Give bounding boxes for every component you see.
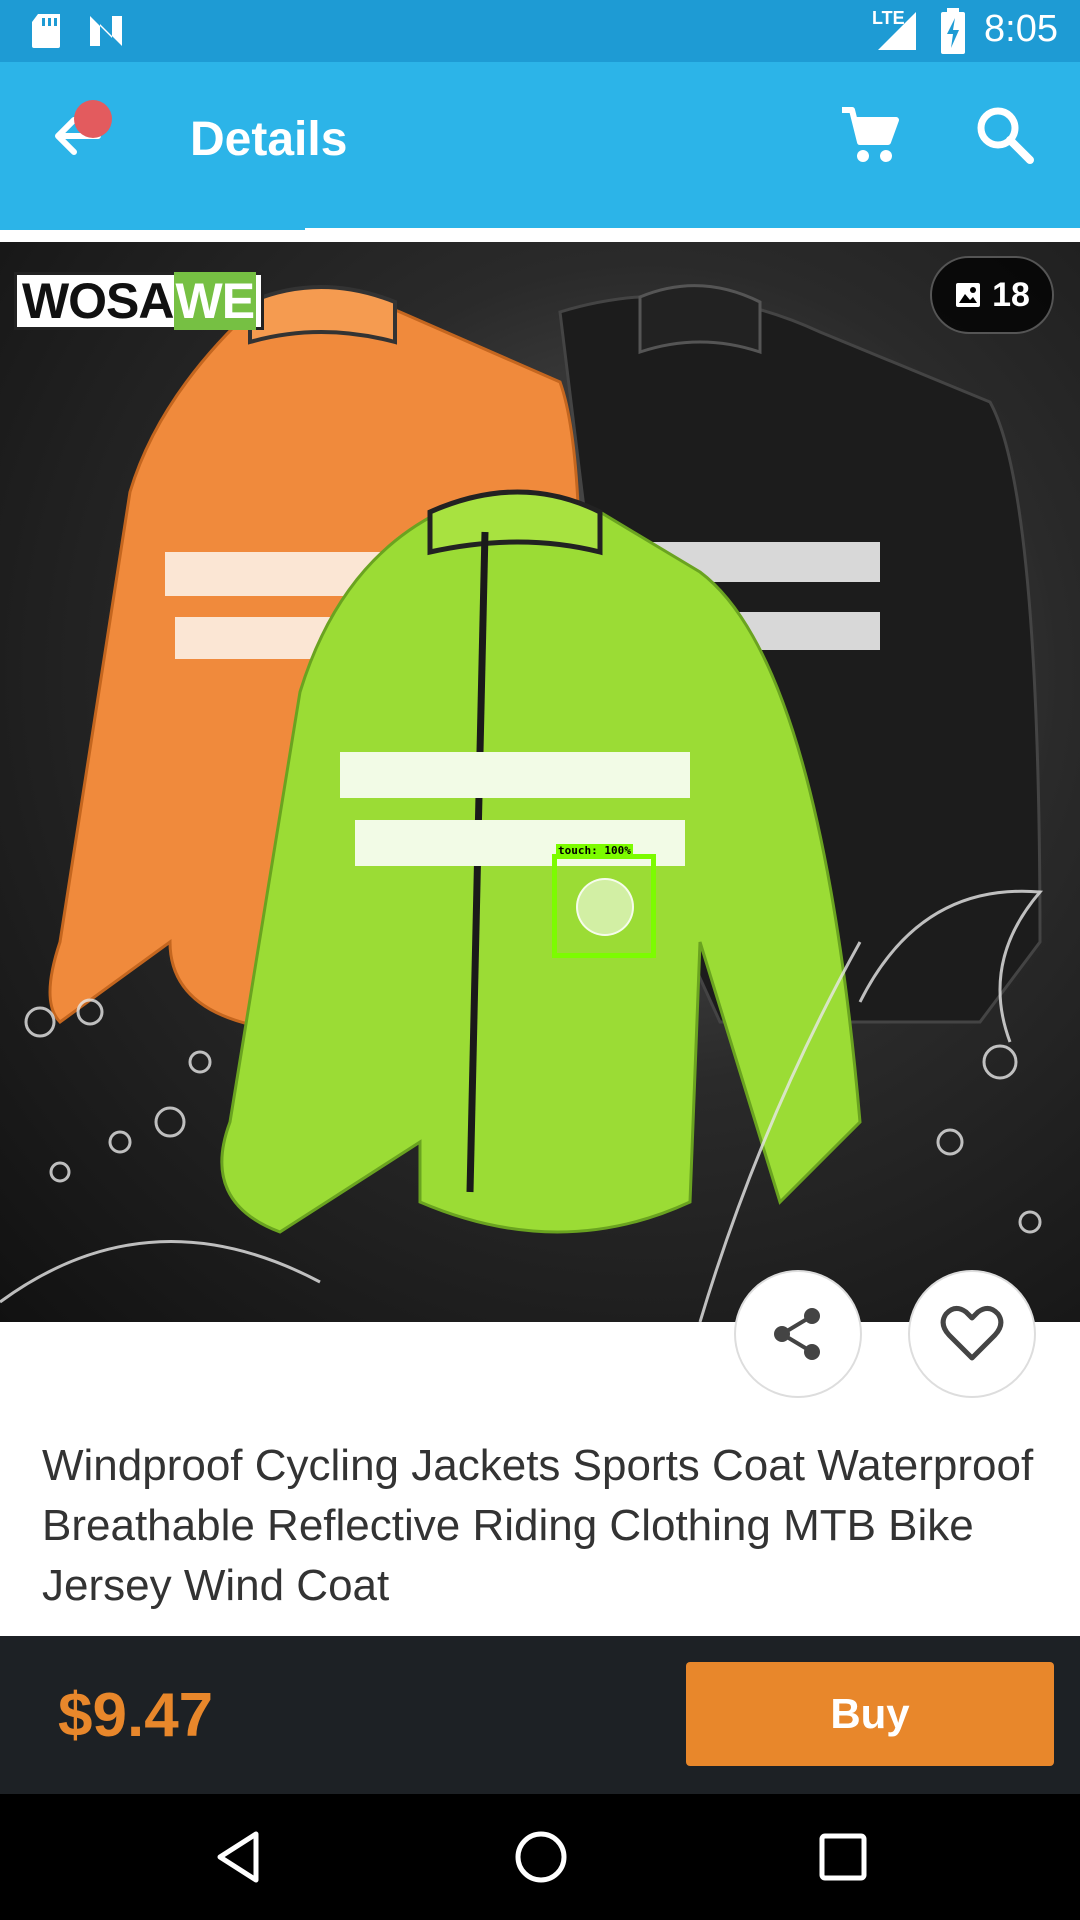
brand-logo: WOSA WE [14,272,264,330]
nav-recents-button[interactable] [808,1822,878,1892]
status-time: 8:05 [984,8,1058,50]
jackets-illustration [0,284,1044,1322]
product-image[interactable]: WOSA WE 18 [0,242,1080,1322]
notification-dot [74,100,112,138]
brand-logo-part1: WOSA [21,273,175,329]
home-circle-icon [515,1831,567,1883]
cart-icon [842,107,899,162]
search-icon [977,107,1034,164]
battery-charging-icon [941,8,965,54]
tab-indicator [0,222,305,230]
buy-button[interactable]: Buy [686,1662,1054,1766]
search-button[interactable] [972,102,1038,168]
status-bar: LTE 8:05 [0,0,1080,62]
image-count: 18 [992,275,1030,314]
favorite-button[interactable] [908,1270,1036,1398]
cart-button[interactable] [836,102,902,168]
nav-home-button[interactable] [506,1822,576,1892]
product-title: Windproof Cycling Jackets Sports Coat Wa… [42,1441,1034,1610]
network-label: LTE [872,8,905,28]
nav-bar [0,1794,1080,1920]
touch-dot [576,878,634,936]
n-notification-icon [90,16,122,46]
image-count-badge[interactable]: 18 [930,256,1054,334]
page-title: Details [190,113,348,166]
image-icon [956,283,981,307]
app-bar [0,62,1080,228]
purchase-bar: $9.47 Buy [0,1636,1080,1794]
share-icon [774,1308,820,1360]
nav-back-button[interactable] [204,1822,274,1892]
heart-icon [940,1306,1004,1361]
share-button[interactable] [734,1270,862,1398]
brand-logo-part2: WE [173,272,257,330]
back-triangle-icon [217,1831,259,1883]
recents-square-icon [819,1833,867,1881]
price: $9.47 [58,1681,214,1750]
sd-card-icon [32,14,60,48]
